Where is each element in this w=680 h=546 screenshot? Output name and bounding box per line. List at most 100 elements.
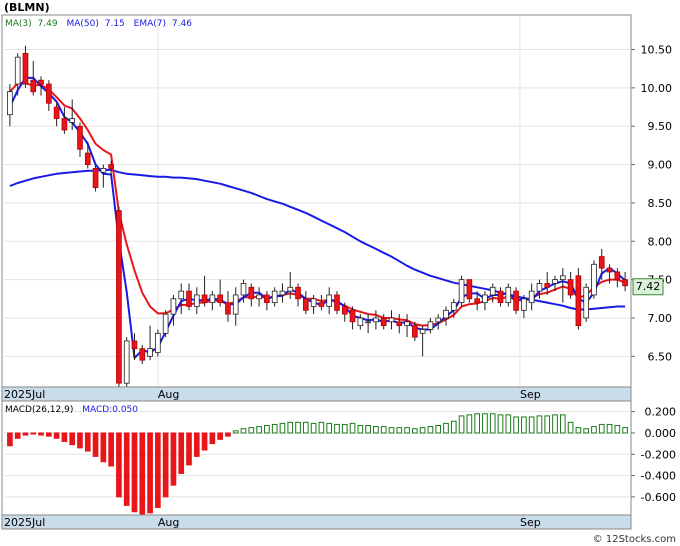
candle-body-up <box>583 286 589 319</box>
macd-bar-positive <box>489 413 496 434</box>
macd-panel: 0.200 0.000 -0.200 -0.400 -0.600 MACD(26,12,… <box>1 400 677 516</box>
candle-body-up <box>552 279 558 284</box>
macd-bar-positive <box>427 426 434 434</box>
candle-body-up <box>162 313 169 334</box>
candle-body-up <box>155 332 161 353</box>
macd-bar-positive <box>458 415 465 434</box>
candle-body-up <box>7 91 13 116</box>
macd-bar-negative <box>147 432 153 514</box>
ma50-legend-value: 7.15 <box>105 19 125 29</box>
watermark: © 12Stocks.com <box>593 534 676 545</box>
candle-body-up <box>14 56 21 85</box>
candle-body-down <box>108 164 114 169</box>
candle <box>162 310 169 338</box>
candle-body-down <box>264 294 270 304</box>
macd-bar-positive <box>287 421 294 434</box>
macd-legend: MACD(26,12,9) MACD:0.050 <box>5 405 138 415</box>
macd-bar-negative <box>100 432 107 463</box>
candle <box>92 164 99 192</box>
candle-body-up <box>591 263 597 296</box>
candle-body-down <box>38 79 44 85</box>
ma50-legend: MA(50) <box>66 19 98 29</box>
candle-body-up <box>271 290 278 304</box>
candle-body-down <box>614 271 621 281</box>
ma3-legend-value: 7.49 <box>38 19 58 29</box>
macd-bar-positive <box>295 421 301 434</box>
macd-tick-label: -0.600 <box>641 491 676 504</box>
price-x-tick-label: 2025Jul <box>4 388 45 401</box>
candle-body-up <box>232 294 239 315</box>
macd-bar-positive <box>256 426 262 434</box>
macd-bar-positive <box>567 421 574 434</box>
chart-canvas: 10.5010.009.509.008.508.007.507.006.50 7… <box>0 0 680 546</box>
price-tick-label: 7.00 <box>648 312 673 325</box>
macd-bar-positive <box>591 426 597 434</box>
macd-bar-positive <box>318 421 325 434</box>
macd-bar-positive <box>271 423 278 434</box>
candle-body-up <box>536 283 543 292</box>
candle-body-down <box>186 290 192 307</box>
candle <box>155 329 161 357</box>
macd-x-tick-label: 2025Jul <box>4 516 45 529</box>
candle <box>583 283 589 322</box>
macd-bar-positive <box>552 414 558 434</box>
macd-tick-label: 0.000 <box>645 427 677 440</box>
macd-bar-negative <box>45 432 52 437</box>
candle-body-up <box>123 340 130 384</box>
macd-bar-negative <box>131 432 138 513</box>
candle-body-down <box>53 106 60 119</box>
macd-x-axis: 2025JulAugSepOct <box>1 514 632 530</box>
candle <box>458 275 465 307</box>
macd-bar-positive <box>583 428 590 434</box>
price-tick-label: 10.00 <box>641 82 673 95</box>
candle-body-up <box>256 294 262 300</box>
candle-body-up <box>170 298 177 315</box>
candle-body-up <box>521 298 527 311</box>
candle-body-down <box>474 298 480 304</box>
price-x-tick-label: Sep <box>520 388 541 401</box>
candle-body-up <box>147 348 153 357</box>
macd-bar-negative <box>84 432 91 452</box>
macd-bar-negative <box>193 432 200 457</box>
price-tick-label: 9.00 <box>648 159 673 172</box>
candle-body-down <box>334 294 340 311</box>
candle-body-up <box>489 286 496 296</box>
price-tick-label: 10.50 <box>641 44 673 57</box>
macd-bar-negative <box>178 432 185 474</box>
candle-body-up <box>559 275 566 281</box>
candle-body-up <box>240 283 247 296</box>
candle-body-down <box>84 152 91 165</box>
candle-body-down <box>622 279 628 287</box>
candle-body-up <box>287 286 294 292</box>
candle-body-down <box>349 309 356 323</box>
price-plot-frame <box>1 14 632 388</box>
macd-bar-negative <box>22 432 29 436</box>
candle <box>505 283 512 307</box>
macd-bar-positive <box>310 422 317 434</box>
candle-body-up <box>365 321 371 324</box>
candle-body-down <box>412 325 418 338</box>
candle-body-down <box>318 302 325 307</box>
macd-bar-negative <box>209 432 216 445</box>
macd-tick-label: -0.400 <box>641 470 676 483</box>
candle-body-down <box>544 283 551 288</box>
macd-bar-positive <box>528 416 535 434</box>
macd-bar-positive <box>614 425 621 434</box>
candle-body-down <box>575 275 582 327</box>
macd-label: MACD(26,12,9) <box>5 405 73 415</box>
macd-bar-positive <box>404 427 410 434</box>
candle <box>466 279 473 303</box>
macd-bar-negative <box>201 432 208 451</box>
macd-bar-negative <box>108 432 114 467</box>
candle-body-up <box>528 290 535 304</box>
macd-bar-positive <box>443 422 449 434</box>
macd-bar-positive <box>412 428 418 434</box>
macd-bar-positive <box>435 425 442 434</box>
candle-body-up <box>373 317 379 323</box>
macd-x-tick-label: Sep <box>520 516 541 529</box>
macd-bar-negative <box>77 432 83 449</box>
macd-bar-positive <box>497 414 504 434</box>
candle-body-down <box>303 298 309 311</box>
price-tick-label: 9.50 <box>648 120 673 133</box>
macd-bar-positive <box>419 427 426 434</box>
